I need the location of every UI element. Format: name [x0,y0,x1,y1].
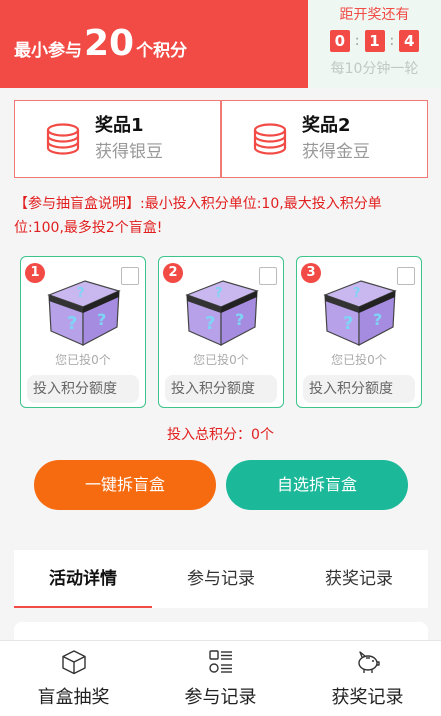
prize-card-1[interactable]: 奖品1 获得银豆 [15,101,220,177]
box-number-badge: 3 [301,263,321,283]
box-points-input[interactable] [303,375,415,403]
countdown-separator: : [354,33,360,49]
min-value: 20 [84,23,135,64]
mystery-box-icon: ? ? ? [323,280,397,346]
min-prefix: 最小参与 [14,41,82,61]
tab-winning-records[interactable]: 获奖记录 [290,550,428,608]
self-select-open-button[interactable]: 自选拆盲盒 [226,460,408,510]
nav-label: 盲盒抽奖 [37,687,110,708]
countdown-title: 距开奖还有 [339,7,410,23]
box-select-checkbox[interactable] [397,267,415,285]
coin-stack-icon [46,123,80,155]
min-suffix: 个积分 [136,41,188,61]
svg-text:?: ? [215,286,223,301]
nav-label: 参与记录 [184,687,257,708]
countdown-timer: 0 : 1 : 4 [308,30,441,52]
prize-card-2[interactable]: 奖品2 获得金豆 [220,101,427,177]
nav-label: 获奖记录 [331,687,404,708]
nav-item-participation[interactable]: 参与记录 [147,641,294,716]
nav-item-blind-box[interactable]: 盲盒抽奖 [0,641,147,716]
box-points-input[interactable] [27,375,139,403]
rule-description: 【参与抽盲盒说明】:最小投入积分单位:10,最大投入积分单位:100,最多投2个… [14,196,382,236]
svg-text:?: ? [235,310,244,329]
min-participation-banner: 最小参与 20 个积分 [0,0,308,88]
prize-subtitle: 获得银豆 [95,142,163,162]
box-invested-count: 您已投0个 [331,353,387,367]
countdown-separator: : [389,33,395,49]
countdown-note: 每10分钟一轮 [330,61,419,77]
countdown-panel: 距开奖还有 0 : 1 : 4 每10分钟一轮 [308,0,441,88]
prize-title: 奖品1 [95,115,144,136]
blind-box-card-3[interactable]: 3 ? ? ? 您已投0个 [296,256,422,408]
list-icon [208,650,232,673]
box-number-badge: 2 [163,263,183,283]
svg-text:?: ? [373,310,382,329]
bottom-navigation: 盲盒抽奖 参与记录 获奖记录 [0,640,441,716]
box-invested-count: 您已投0个 [193,353,249,367]
tab-participation-records[interactable]: 参与记录 [152,550,290,608]
piggy-bank-icon [357,651,380,673]
coin-stack-icon [253,123,287,155]
box-number-badge: 1 [25,263,45,283]
detail-tabs: 活动详情 参与记录 获奖记录 [14,550,428,608]
tab-activity-details[interactable]: 活动详情 [14,550,152,608]
mystery-box-icon: ? ? ? [47,280,121,346]
box-select-checkbox[interactable] [121,267,139,285]
blind-box-card-1[interactable]: 1 ? ? ? 您已投0个 [20,256,146,408]
box-invested-count: 您已投0个 [55,353,111,367]
prize-subtitle: 获得金豆 [302,142,370,162]
countdown-digit: 0 [329,30,350,52]
mystery-box-icon: ? ? ? [185,280,259,346]
svg-text:?: ? [67,313,77,334]
nav-item-winning[interactable]: 获奖记录 [294,641,441,716]
svg-text:?: ? [343,313,353,334]
total-points-text: 投入总积分：0个 [167,427,274,443]
svg-text:?: ? [77,286,85,301]
box-select-checkbox[interactable] [259,267,277,285]
countdown-digit: 4 [399,30,420,52]
svg-text:?: ? [205,313,215,334]
one-click-open-button[interactable]: 一键拆盲盒 [34,460,216,510]
prize-title: 奖品2 [302,115,351,136]
page: 最小参与 20 个积分 距开奖还有 0 : 1 : 4 每10分钟一轮 奖品1 … [0,0,441,716]
box-points-input[interactable] [165,375,277,403]
blind-box-list: 1 ? ? ? 您已投0个 2 [20,256,422,408]
cube-icon [61,650,86,675]
countdown-digit: 1 [364,30,385,52]
prize-panel: 奖品1 获得银豆 奖品2 获得金豆 [14,100,428,178]
svg-text:?: ? [97,310,106,329]
blind-box-card-2[interactable]: 2 ? ? ? 您已投0个 [158,256,284,408]
header: 最小参与 20 个积分 距开奖还有 0 : 1 : 4 每10分钟一轮 [0,0,441,90]
svg-text:?: ? [353,286,361,301]
